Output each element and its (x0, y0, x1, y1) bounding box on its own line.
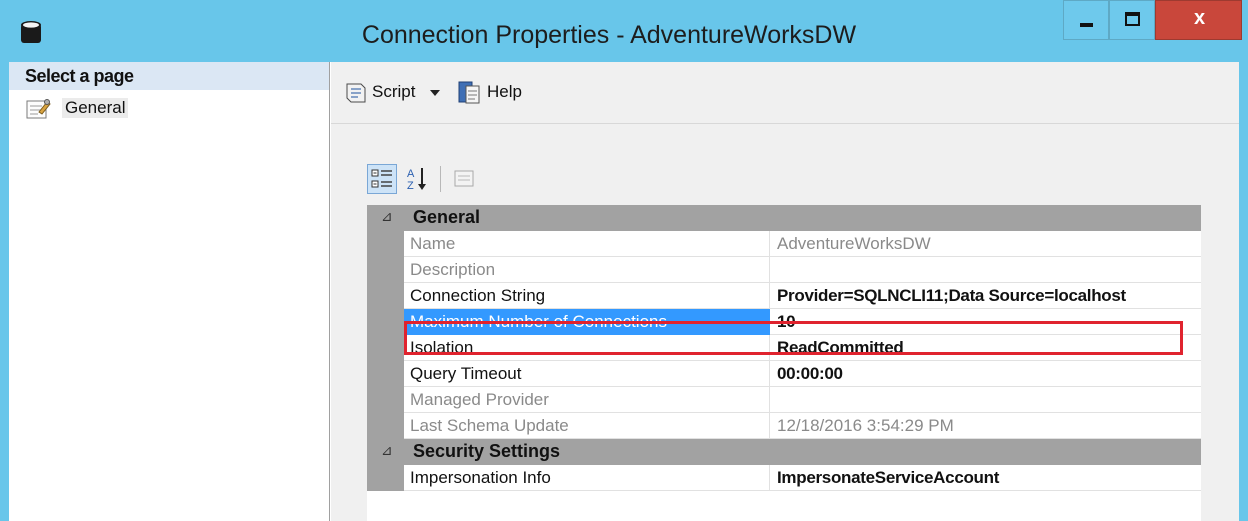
property-row-impersonation-info[interactable]: Impersonation Info ImpersonateServiceAcc… (367, 465, 1201, 491)
collapse-triangle-icon[interactable]: ⊿ (381, 208, 393, 225)
page-selector-pane: Select a page General (9, 62, 330, 521)
window-title: Connection Properties - AdventureWorksDW (361, 21, 857, 49)
property-row-description[interactable]: Description (367, 257, 1201, 283)
window-frame-left (0, 62, 9, 521)
property-name: Impersonation Info (404, 465, 770, 491)
category-security-settings-label: Security Settings (413, 441, 561, 461)
property-grid[interactable]: ⊿ General Name AdventureWorksDW Descript… (367, 205, 1201, 521)
help-label: Help (487, 82, 522, 101)
property-name: Connection String (404, 283, 770, 309)
category-general-label: General (413, 207, 481, 227)
select-page-label: Select a page (25, 66, 134, 86)
property-row-last-schema-update[interactable]: Last Schema Update 12/18/2016 3:54:29 PM (367, 413, 1201, 439)
row-gutter (367, 309, 404, 335)
toolbar: Script Help (331, 62, 1239, 124)
property-row-connection-string[interactable]: Connection String Provider=SQLNCLI11;Dat… (367, 283, 1201, 309)
svg-text:A: A (407, 168, 415, 180)
property-name: Name (404, 231, 770, 257)
property-value[interactable]: 00:00:00 (770, 361, 1201, 387)
properties-pane: Script Help A Z ⊿ General Name Adventure… (331, 62, 1239, 521)
property-value (770, 257, 1201, 283)
property-name: Description (404, 257, 770, 283)
property-pages-button[interactable] (449, 164, 479, 194)
maximize-icon (1125, 12, 1140, 26)
help-button[interactable]: Help (457, 78, 547, 108)
help-icon (458, 81, 480, 104)
row-gutter (367, 231, 404, 257)
title-bar[interactable]: Connection Properties - AdventureWorksDW… (0, 0, 1248, 62)
minimize-icon (1080, 23, 1093, 27)
maximize-button[interactable] (1109, 0, 1155, 40)
category-security-settings[interactable]: ⊿ Security Settings (367, 439, 1201, 465)
row-gutter (367, 387, 404, 413)
categorized-button[interactable] (367, 164, 397, 194)
row-gutter (367, 257, 404, 283)
svg-text:Z: Z (407, 180, 414, 192)
page-item-general-label: General (62, 98, 129, 118)
collapse-triangle-icon[interactable]: ⊿ (381, 442, 393, 459)
script-label: Script (372, 82, 416, 101)
row-gutter (367, 283, 404, 309)
highlight-annotation-box (404, 321, 1183, 355)
alphabetical-button[interactable]: A Z (403, 164, 433, 194)
property-value: 12/18/2016 3:54:29 PM (770, 413, 1201, 439)
property-pages-icon (454, 170, 474, 187)
property-value[interactable]: Provider=SQLNCLI11;Data Source=localhost (770, 283, 1201, 309)
categorized-icon (371, 169, 392, 188)
minimize-button[interactable] (1063, 0, 1109, 40)
property-name: Last Schema Update (404, 413, 770, 439)
row-gutter (367, 413, 404, 439)
row-gutter (367, 335, 404, 361)
wrench-page-icon (26, 99, 51, 119)
dropdown-arrow-icon[interactable] (429, 89, 441, 97)
property-value[interactable]: ImpersonateServiceAccount (770, 465, 1201, 491)
row-gutter (367, 465, 404, 491)
close-button[interactable]: x (1155, 0, 1242, 40)
property-value: AdventureWorksDW (770, 231, 1201, 257)
script-button[interactable]: Script (344, 78, 449, 108)
property-row-managed-provider[interactable]: Managed Provider (367, 387, 1201, 413)
property-name: Query Timeout (404, 361, 770, 387)
row-gutter (367, 361, 404, 387)
property-value (770, 387, 1201, 413)
sort-alphabetical-icon: A Z (407, 168, 426, 192)
window-frame-right (1239, 62, 1248, 521)
property-row-query-timeout[interactable]: Query Timeout 00:00:00 (367, 361, 1201, 387)
property-row-name[interactable]: Name AdventureWorksDW (367, 231, 1201, 257)
toolbar-separator (440, 166, 441, 192)
script-icon (346, 83, 366, 103)
category-general[interactable]: ⊿ General (367, 205, 1201, 231)
close-icon: x (1193, 7, 1206, 29)
select-page-header: Select a page (9, 62, 329, 90)
property-name: Managed Provider (404, 387, 770, 413)
